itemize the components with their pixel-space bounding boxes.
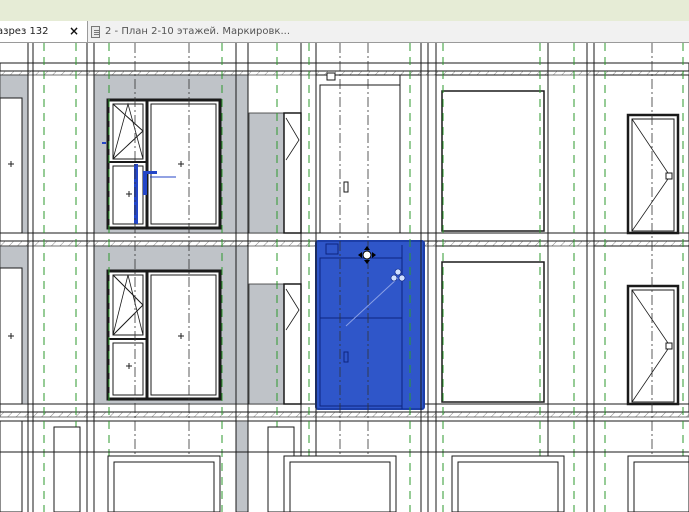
floor-slab-top (0, 62, 689, 76)
tab-plan-floors[interactable]: 2 - План 2-10 этажей. Маркировк... (90, 21, 290, 42)
window-lower (106, 269, 222, 401)
door-right-lower (626, 284, 680, 406)
tab-label: азрез 132 (0, 26, 49, 37)
view-icon (91, 25, 100, 38)
side-window-strips (283, 112, 302, 405)
door-upper (315, 72, 422, 234)
lower-floor-windows (0, 420, 689, 512)
door-right-upper (626, 113, 680, 235)
close-icon[interactable]: × (69, 24, 79, 38)
tab-label: 2 - План 2-10 этажей. Маркировк... (105, 26, 290, 37)
tab-section-132[interactable]: азрез 132 × (0, 21, 88, 42)
selected-door[interactable] (315, 240, 425, 410)
drawing-canvas[interactable] (0, 43, 689, 512)
view-tab-bar: азрез 132 × 2 - План 2-10 этажей. Маркир… (0, 21, 689, 43)
ribbon-edge (0, 0, 689, 21)
window-upper (106, 98, 222, 230)
